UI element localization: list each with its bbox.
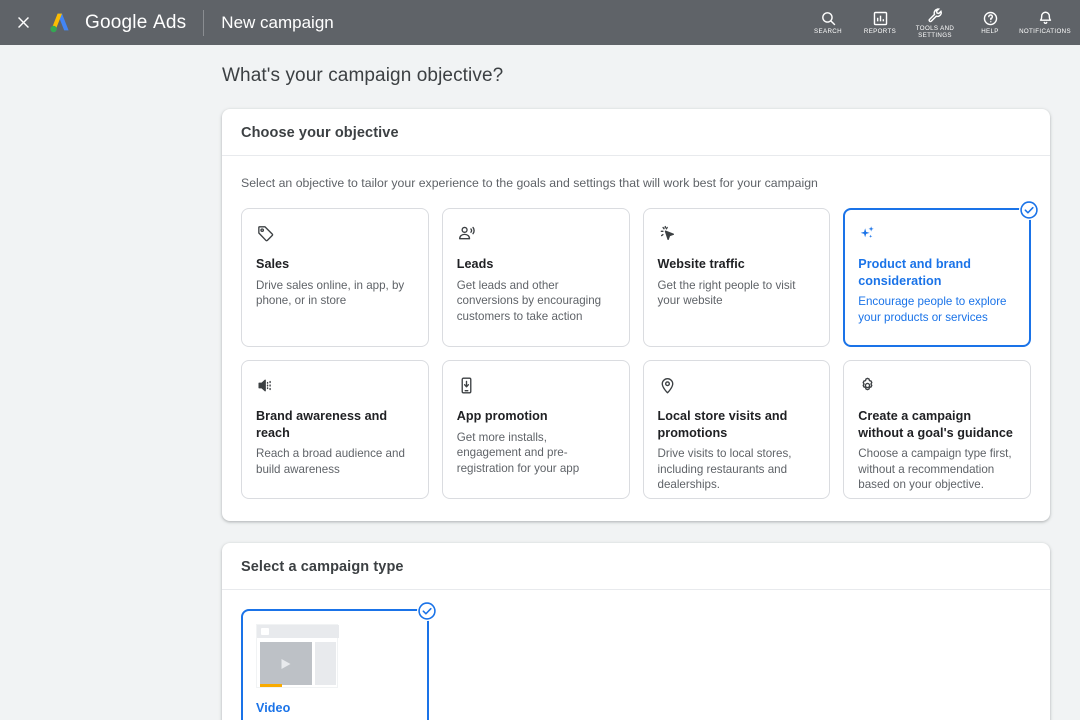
objective-panel-description: Select an objective to tailor your exper… xyxy=(241,176,818,190)
objective-card-sales[interactable]: Sales Drive sales online, in app, by pho… xyxy=(241,208,429,347)
app-bar: Google Ads New campaign SEARCH REPORTS T… xyxy=(0,0,1080,45)
campaign-type-card-video[interactable]: Video Reach and engage viewers on YouTub… xyxy=(241,601,437,720)
help-label: HELP xyxy=(981,28,999,35)
objective-card-no-goal-guidance[interactable]: Create a campaign without a goal's guida… xyxy=(843,360,1031,499)
tools-and-settings-label: TOOLS AND SETTINGS xyxy=(915,24,955,39)
appbar-divider xyxy=(203,9,205,36)
objective-card-title: Product and brand consideration xyxy=(858,257,972,288)
choose-objective-panel: Choose your objective Select an objectiv… xyxy=(222,109,1050,521)
close-button[interactable] xyxy=(0,0,46,45)
brand-lockup[interactable]: Google Ads xyxy=(48,10,186,36)
thumbnail-video-surface xyxy=(260,642,312,685)
reports-label: REPORTS xyxy=(863,28,897,35)
map-pin-icon xyxy=(658,376,816,402)
objective-card-desc: Reach a broad audience and build awarene… xyxy=(256,447,405,476)
reports-icon xyxy=(872,10,889,27)
video-player-thumbnail xyxy=(256,624,339,688)
cursor-click-icon xyxy=(658,224,816,250)
objective-card-desc: Get leads and other conversions by encou… xyxy=(456,278,602,323)
speaker-icon xyxy=(256,376,414,402)
notifications-label: NOTIFICATIONS xyxy=(1019,28,1071,35)
brand-name: Google Ads xyxy=(85,11,187,33)
notifications-button[interactable]: NOTIFICATIONS xyxy=(1016,0,1074,45)
objective-card-grid: Sales Drive sales online, in app, by pho… xyxy=(241,200,1039,499)
thumbnail-sidebar xyxy=(315,642,336,685)
selected-check-badge xyxy=(416,601,437,621)
reports-button[interactable]: REPORTS xyxy=(854,0,906,45)
search-icon xyxy=(820,10,837,27)
objective-card-desc: Encourage people to explore your product… xyxy=(858,295,1007,324)
campaign-type-panel-header: Select a campaign type xyxy=(222,543,1050,590)
objective-card-title: App promotion xyxy=(456,409,548,423)
help-icon xyxy=(982,10,999,27)
objective-card-title: Create a campaign without a goal's guida… xyxy=(858,409,1013,440)
objective-card-leads[interactable]: Leads Get leads and other conversions by… xyxy=(441,208,630,347)
page-context-label: New campaign xyxy=(221,12,334,32)
objective-card-brand-awareness-and-reach[interactable]: Brand awareness and reach Reach a broad … xyxy=(241,360,429,499)
objective-card-title: Sales xyxy=(256,257,290,271)
objective-panel-header: Choose your objective xyxy=(222,109,1050,156)
objective-card-desc: Choose a campaign type first, without a … xyxy=(858,447,1012,491)
thumbnail-toolbar xyxy=(257,625,339,638)
campaign-type-grid: Video Reach and engage viewers on YouTub… xyxy=(241,601,1031,720)
objective-panel-title: Choose your objective xyxy=(241,125,399,141)
appbar-actions: SEARCH REPORTS TOOLS AND SETTINGS HELP N… xyxy=(802,0,1074,45)
thumbnail-progress-bar xyxy=(260,684,282,687)
objective-card-title: Website traffic xyxy=(657,257,745,271)
tools-and-settings-button[interactable]: TOOLS AND SETTINGS xyxy=(906,0,964,45)
objective-panel-body: Select an objective to tailor your exper… xyxy=(222,156,1050,521)
bell-icon xyxy=(1037,10,1054,27)
wrench-icon xyxy=(927,7,944,24)
close-icon xyxy=(15,14,32,31)
objective-card-local-store-visits[interactable]: Local store visits and promotions Drive … xyxy=(642,360,831,499)
objective-card-title: Leads xyxy=(456,257,494,271)
campaign-type-panel-body: Video Reach and engage viewers on YouTub… xyxy=(222,590,1050,720)
google-ads-logo xyxy=(48,10,74,36)
selected-check-badge xyxy=(1019,200,1039,220)
objective-card-desc: Drive visits to local stores, including … xyxy=(657,447,792,491)
search-button[interactable]: SEARCH xyxy=(802,0,854,45)
campaign-type-panel-title: Select a campaign type xyxy=(241,559,404,575)
thumbnail-toolbar-dot xyxy=(261,628,269,635)
objective-card-desc: Drive sales online, in app, by phone, or… xyxy=(256,278,405,308)
objective-card-app-promotion[interactable]: App promotion Get more installs, engagem… xyxy=(441,360,630,499)
select-campaign-type-panel: Select a campaign type Video xyxy=(222,543,1050,720)
page-body: What's your campaign objective? Choose y… xyxy=(0,45,1080,720)
gear-icon xyxy=(858,376,1016,402)
search-label: SEARCH xyxy=(814,28,842,35)
objective-card-title: Local store visits and promotions xyxy=(657,409,788,440)
help-button[interactable]: HELP xyxy=(964,0,1016,45)
objective-card-desc: Get the right people to visit your websi… xyxy=(657,278,796,308)
phone-download-icon xyxy=(457,376,615,402)
sparkle-icon xyxy=(858,224,1016,250)
leads-person-icon xyxy=(457,224,615,250)
campaign-type-title: Video xyxy=(256,701,291,715)
objective-card-title: Brand awareness and reach xyxy=(256,409,388,440)
objective-card-desc: Get more installs, engagement and pre-re… xyxy=(456,430,580,475)
tag-icon xyxy=(256,224,414,250)
play-icon xyxy=(281,658,291,669)
objective-card-website-traffic[interactable]: Website traffic Get the right people to … xyxy=(642,208,831,347)
page-title: What's your campaign objective? xyxy=(222,65,504,86)
objective-card-product-and-brand-consideration[interactable]: Product and brand consideration Encourag… xyxy=(843,200,1039,347)
